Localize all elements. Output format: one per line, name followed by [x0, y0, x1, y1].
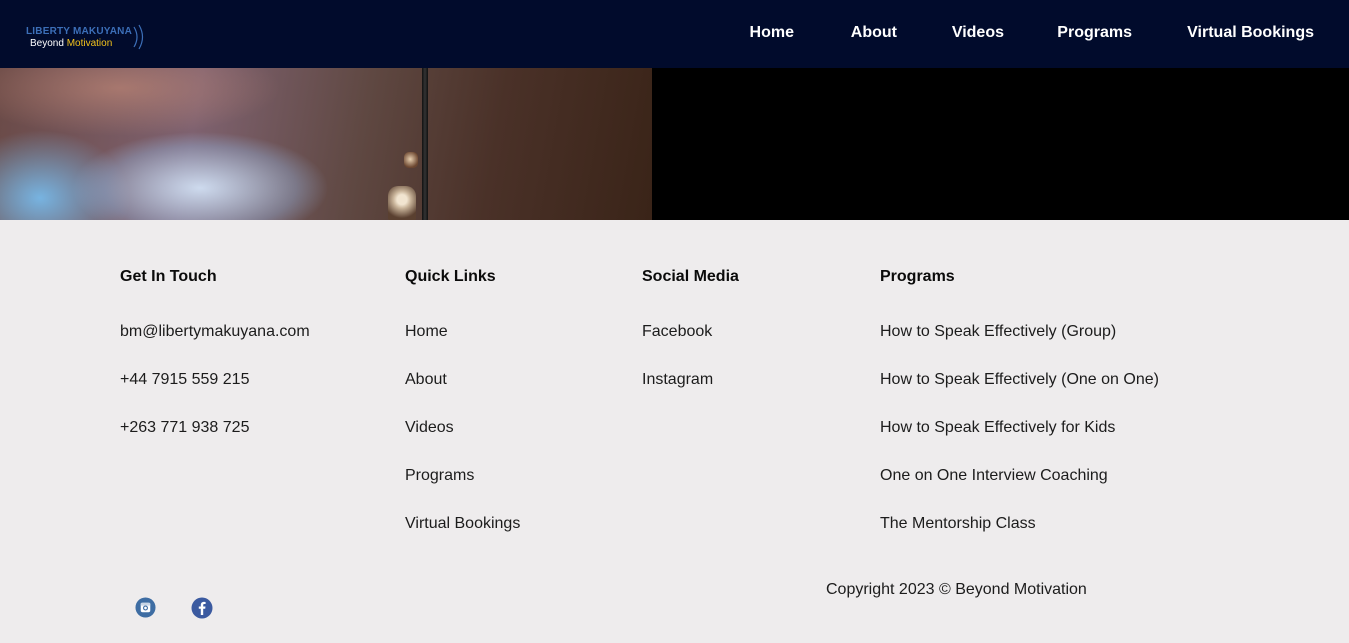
contact-phone-zw[interactable]: +263 771 938 725: [120, 417, 310, 465]
nav-videos[interactable]: Videos: [952, 24, 1004, 42]
contact-phone-uk[interactable]: +44 7915 559 215: [120, 369, 310, 417]
top-navigation-bar: LIBERTY MAKUYANA Beyond Motivation Home …: [0, 0, 1349, 68]
footer-get-in-touch: Get In Touch bm@libertymakuyana.com +44 …: [120, 268, 310, 465]
programs-heading: Programs: [880, 268, 955, 285]
logo-tagline-accent: Motivation: [66, 38, 113, 49]
footer-quick-links: Quick Links Home About Videos Programs V…: [405, 268, 520, 561]
quick-link-about[interactable]: About: [405, 369, 520, 417]
program-link-mentorship[interactable]: The Mentorship Class: [880, 513, 1159, 561]
quick-link-videos[interactable]: Videos: [405, 417, 520, 465]
hero-microphone-image: [0, 68, 652, 220]
logo-tagline-start: Beyond: [30, 38, 67, 49]
programs-list: How to Speak Effectively (Group) How to …: [880, 321, 1159, 561]
social-media-list: Facebook Instagram: [642, 321, 739, 417]
quick-link-virtual-bookings[interactable]: Virtual Bookings: [405, 513, 520, 561]
program-link-group[interactable]: How to Speak Effectively (Group): [880, 321, 1159, 369]
footer-social-media: Social Media Facebook Instagram: [642, 268, 739, 417]
quick-links-list: Home About Videos Programs Virtual Booki…: [405, 321, 520, 561]
instagram-icon[interactable]: [135, 597, 156, 618]
facebook-icon[interactable]: [191, 597, 213, 619]
quick-link-home[interactable]: Home: [405, 321, 520, 369]
contact-email[interactable]: bm@libertymakuyana.com: [120, 321, 310, 369]
footer-programs: Programs How to Speak Effectively (Group…: [880, 268, 1159, 561]
social-link-facebook[interactable]: Facebook: [642, 321, 739, 369]
nav-programs[interactable]: Programs: [1057, 24, 1132, 42]
social-media-heading: Social Media: [642, 268, 739, 285]
program-link-one-on-one[interactable]: How to Speak Effectively (One on One): [880, 369, 1159, 417]
get-in-touch-heading: Get In Touch: [120, 268, 217, 285]
nav-about[interactable]: About: [851, 24, 897, 42]
contact-list: bm@libertymakuyana.com +44 7915 559 215 …: [120, 321, 310, 465]
mic-clamp: [404, 152, 418, 168]
mic-knob: [388, 186, 416, 220]
logo-title: LIBERTY MAKUYANA: [26, 26, 132, 37]
social-link-instagram[interactable]: Instagram: [642, 369, 739, 417]
quick-link-programs[interactable]: Programs: [405, 465, 520, 513]
logo-tagline: Beyond Motivation: [30, 38, 112, 49]
copyright-text: Copyright 2023 © Beyond Motivation: [826, 581, 1087, 598]
program-link-interview-coaching[interactable]: One on One Interview Coaching: [880, 465, 1159, 513]
nav-virtual-bookings[interactable]: Virtual Bookings: [1187, 24, 1314, 42]
hero-video-panel: [652, 68, 1349, 220]
site-logo[interactable]: LIBERTY MAKUYANA Beyond Motivation: [26, 24, 150, 50]
quick-links-heading: Quick Links: [405, 268, 496, 285]
nav-home[interactable]: Home: [750, 24, 794, 42]
mic-stand: [422, 68, 428, 220]
logo-arc-icon: [133, 24, 144, 50]
program-link-kids[interactable]: How to Speak Effectively for Kids: [880, 417, 1159, 465]
